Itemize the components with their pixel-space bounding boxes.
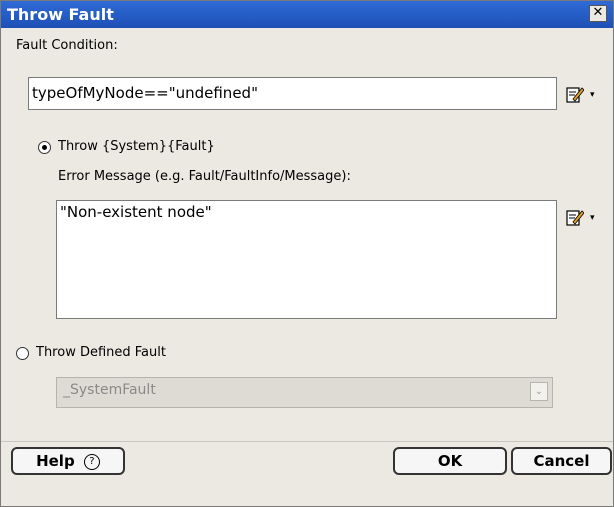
window-title: Throw Fault (7, 5, 114, 24)
throw-fault-dialog: Throw Fault ✕ Fault Condition: typeOfMyN… (0, 0, 614, 507)
throw-system-label: Throw {System}{Fault} (58, 139, 215, 154)
defined-fault-select-value: _SystemFault (63, 382, 156, 398)
title-bar: Throw Fault ✕ (1, 1, 613, 28)
dropdown-arrow-icon: ⌄ (530, 382, 548, 401)
close-icon: ✕ (592, 5, 604, 20)
menu-arrow-icon[interactable]: ▾ (590, 90, 595, 100)
cancel-button[interactable]: Cancel (511, 447, 612, 475)
defined-fault-select: _SystemFault ⌄ (56, 377, 553, 408)
help-button[interactable]: Help ? (11, 447, 125, 475)
close-button[interactable]: ✕ (589, 5, 607, 22)
menu-arrow-icon[interactable]: ▾ (590, 213, 595, 223)
ok-button[interactable]: OK (393, 447, 507, 475)
edit-icon[interactable] (566, 85, 584, 103)
throw-system-radio[interactable] (38, 141, 51, 154)
throw-defined-label: Throw Defined Fault (36, 345, 166, 360)
error-message-input[interactable]: "Non-existent node" (56, 200, 557, 319)
footer-divider (1, 441, 613, 442)
fault-condition-label: Fault Condition: (16, 38, 118, 53)
throw-defined-radio[interactable] (16, 347, 29, 360)
help-label: Help (36, 452, 75, 470)
help-icon: ? (83, 453, 100, 470)
error-message-label: Error Message (e.g. Fault/FaultInfo/Mess… (58, 169, 351, 184)
edit-icon[interactable] (566, 208, 584, 226)
fault-condition-input[interactable]: typeOfMyNode=="undefined" (28, 77, 557, 110)
